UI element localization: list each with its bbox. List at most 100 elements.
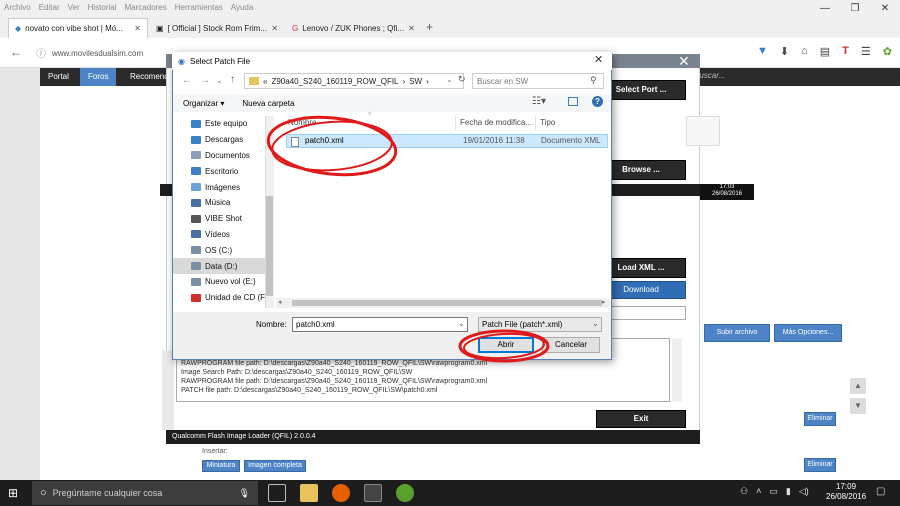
battery-icon[interactable]: ▮ bbox=[786, 486, 791, 497]
horizontal-scrollbar-thumb[interactable] bbox=[292, 300, 602, 306]
file-type: Documento XML bbox=[541, 136, 601, 145]
info-icon[interactable]: ⓘ bbox=[36, 45, 46, 60]
breadcrumb-more[interactable]: « bbox=[263, 77, 267, 86]
documents-icon bbox=[191, 151, 201, 160]
network-icon[interactable]: ▭ bbox=[769, 486, 778, 497]
thumbnail-button[interactable]: Miniatura bbox=[202, 460, 240, 472]
volume-icon[interactable]: ◁) bbox=[799, 486, 809, 497]
computer-icon bbox=[191, 119, 201, 128]
nav-item[interactable]: Unidad de CD (F bbox=[173, 290, 265, 306]
new-folder-button[interactable]: Nueva carpeta bbox=[242, 99, 294, 108]
task-view-icon[interactable] bbox=[268, 484, 286, 502]
insert-label: Insertar: bbox=[202, 448, 228, 455]
close-tab-icon[interactable]: ✕ bbox=[408, 24, 415, 33]
forward-arrow-icon[interactable]: → bbox=[200, 75, 210, 86]
menu-marcadores[interactable]: Marcadores bbox=[125, 3, 167, 12]
nav-item[interactable]: VIBE Shot bbox=[173, 211, 265, 227]
url-bar[interactable]: www.movilesdualsim.com bbox=[52, 45, 152, 61]
taskbar-search[interactable]: ○ Pregúntame cualquier cosa 🎙 bbox=[32, 481, 258, 505]
breadcrumb-item[interactable]: Z90a40_S240_160119_ROW_QFIL bbox=[271, 77, 398, 86]
close-tab-icon[interactable]: ✕ bbox=[271, 24, 278, 33]
nav-item[interactable]: Documentos bbox=[173, 148, 265, 164]
nav-item[interactable]: Nuevo vol (E:) bbox=[173, 274, 265, 290]
menu-editar[interactable]: Editar bbox=[39, 3, 60, 12]
nav-item[interactable]: Descargas bbox=[173, 132, 265, 148]
scroll-right-icon[interactable]: ▸ bbox=[602, 298, 606, 306]
close-tab-icon[interactable]: ✕ bbox=[134, 24, 141, 33]
view-options-icon[interactable]: ☷▾ bbox=[532, 96, 546, 107]
nav-item[interactable]: Vídeos bbox=[173, 227, 265, 243]
help-icon[interactable]: ? bbox=[592, 96, 603, 107]
filename-input[interactable]: patch0.xml bbox=[292, 317, 468, 332]
search-input[interactable]: Buscar en SW bbox=[472, 73, 604, 89]
more-options-button[interactable]: Más Opciones... bbox=[774, 324, 842, 342]
menu-icon[interactable]: ☰ bbox=[861, 45, 871, 58]
chevron-up-icon[interactable]: ˄ bbox=[756, 486, 761, 497]
translate-icon[interactable]: T bbox=[842, 45, 849, 58]
refresh-icon[interactable]: ↻ bbox=[458, 74, 466, 85]
menu-herramientas[interactable]: Herramientas bbox=[175, 3, 223, 12]
qfil-app-icon[interactable] bbox=[364, 484, 382, 502]
breadcrumb-item[interactable]: SW bbox=[409, 77, 422, 86]
back-icon[interactable]: ← bbox=[10, 45, 22, 59]
pocket-icon[interactable]: ▼ bbox=[757, 45, 768, 58]
videos-icon bbox=[191, 230, 201, 239]
microphone-icon[interactable]: 🎙 bbox=[239, 488, 250, 499]
nav-portal[interactable]: Portal bbox=[40, 68, 77, 86]
file-date: 19/01/2016 11:38 bbox=[463, 136, 525, 145]
extension-icon[interactable]: ✿ bbox=[883, 45, 892, 58]
home-icon[interactable]: ⌂ bbox=[801, 45, 808, 58]
firefox-icon[interactable] bbox=[332, 484, 350, 502]
up-arrow-icon[interactable]: ↑ bbox=[230, 74, 235, 85]
log-line: RAWPROGRAM file path: D:\descargas\Z90a4… bbox=[181, 360, 488, 367]
organize-button[interactable]: Organizar ▾ bbox=[183, 99, 224, 108]
downloader-icon[interactable] bbox=[396, 484, 414, 502]
log-scrollbar[interactable] bbox=[672, 338, 682, 402]
chevron-down-icon[interactable]: ⌄ bbox=[592, 319, 599, 328]
delete-button[interactable]: Eliminar bbox=[804, 458, 836, 472]
breadcrumb[interactable]: « Z90a40_S240_160119_ROW_QFIL › SW › bbox=[244, 73, 464, 89]
preview-pane-icon[interactable] bbox=[568, 97, 578, 106]
menu-ver[interactable]: Ver bbox=[68, 3, 80, 12]
bookmarks-icon[interactable]: ▤ bbox=[820, 45, 830, 58]
people-icon[interactable]: ⚇ bbox=[740, 486, 748, 497]
menu-archivo[interactable]: Archivo bbox=[4, 3, 31, 12]
scroll-left-icon[interactable]: ◂ bbox=[278, 298, 282, 306]
upload-file-button[interactable]: Subir archivo bbox=[704, 324, 770, 342]
notifications-icon[interactable]: ▢ bbox=[876, 486, 885, 497]
taskbar-clock[interactable]: 17:09 26/08/2016 bbox=[826, 482, 866, 502]
annotation-circle-open bbox=[458, 329, 550, 363]
back-arrow-icon[interactable]: ← bbox=[182, 75, 192, 86]
menu-historial[interactable]: Historial bbox=[88, 3, 117, 12]
full-image-button[interactable]: Imagen completa bbox=[244, 460, 306, 472]
tab-label: [ Official ] Stock Rom Frim... bbox=[167, 23, 267, 33]
nav-item[interactable]: Este equipo bbox=[173, 116, 265, 132]
nav-scrollbar-thumb[interactable] bbox=[266, 196, 273, 296]
delete-button[interactable]: Eliminar bbox=[804, 412, 836, 426]
tab-lenovo[interactable]: G Lenovo / ZUK Phones ; Qfi... ✕ bbox=[286, 18, 420, 38]
nav-item[interactable]: OS (C:) bbox=[173, 242, 265, 258]
nav-foros[interactable]: Foros bbox=[80, 68, 117, 86]
nav-item[interactable]: Imágenes bbox=[173, 179, 265, 195]
nav-item[interactable]: Escritorio bbox=[173, 163, 265, 179]
dialog-close-icon[interactable]: ✕ bbox=[594, 53, 603, 66]
exit-button[interactable]: Exit bbox=[596, 410, 686, 428]
download-icon[interactable]: ⬇ bbox=[780, 45, 789, 58]
menu-ayuda[interactable]: Ayuda bbox=[231, 3, 254, 12]
nav-item[interactable]: Data (D:) bbox=[173, 258, 265, 274]
recent-dropdown-icon[interactable]: ⌄ bbox=[216, 76, 223, 85]
tab-stock-rom[interactable]: ▣ [ Official ] Stock Rom Frim... ✕ bbox=[150, 18, 284, 38]
path-dropdown-icon[interactable]: ⌄ bbox=[446, 75, 453, 84]
tab-novato[interactable]: ◆ novato con vibe shot | Mó... ✕ bbox=[8, 18, 148, 38]
new-tab-icon[interactable]: + bbox=[426, 20, 433, 34]
nav-item-label: Documentos bbox=[205, 150, 250, 160]
column-type[interactable]: Tipo bbox=[536, 116, 610, 130]
column-date[interactable]: Fecha de modifica... bbox=[456, 116, 536, 130]
windows-start-icon[interactable]: ⊞ bbox=[8, 486, 18, 500]
scroll-down-icon[interactable]: ▼ bbox=[850, 398, 866, 414]
filename-label: Nombre: bbox=[256, 320, 287, 329]
scroll-up-icon[interactable]: ▲ bbox=[850, 378, 866, 394]
nav-item[interactable]: Música bbox=[173, 195, 265, 211]
file-explorer-icon[interactable] bbox=[300, 484, 318, 502]
cd-drive-icon bbox=[191, 293, 201, 302]
